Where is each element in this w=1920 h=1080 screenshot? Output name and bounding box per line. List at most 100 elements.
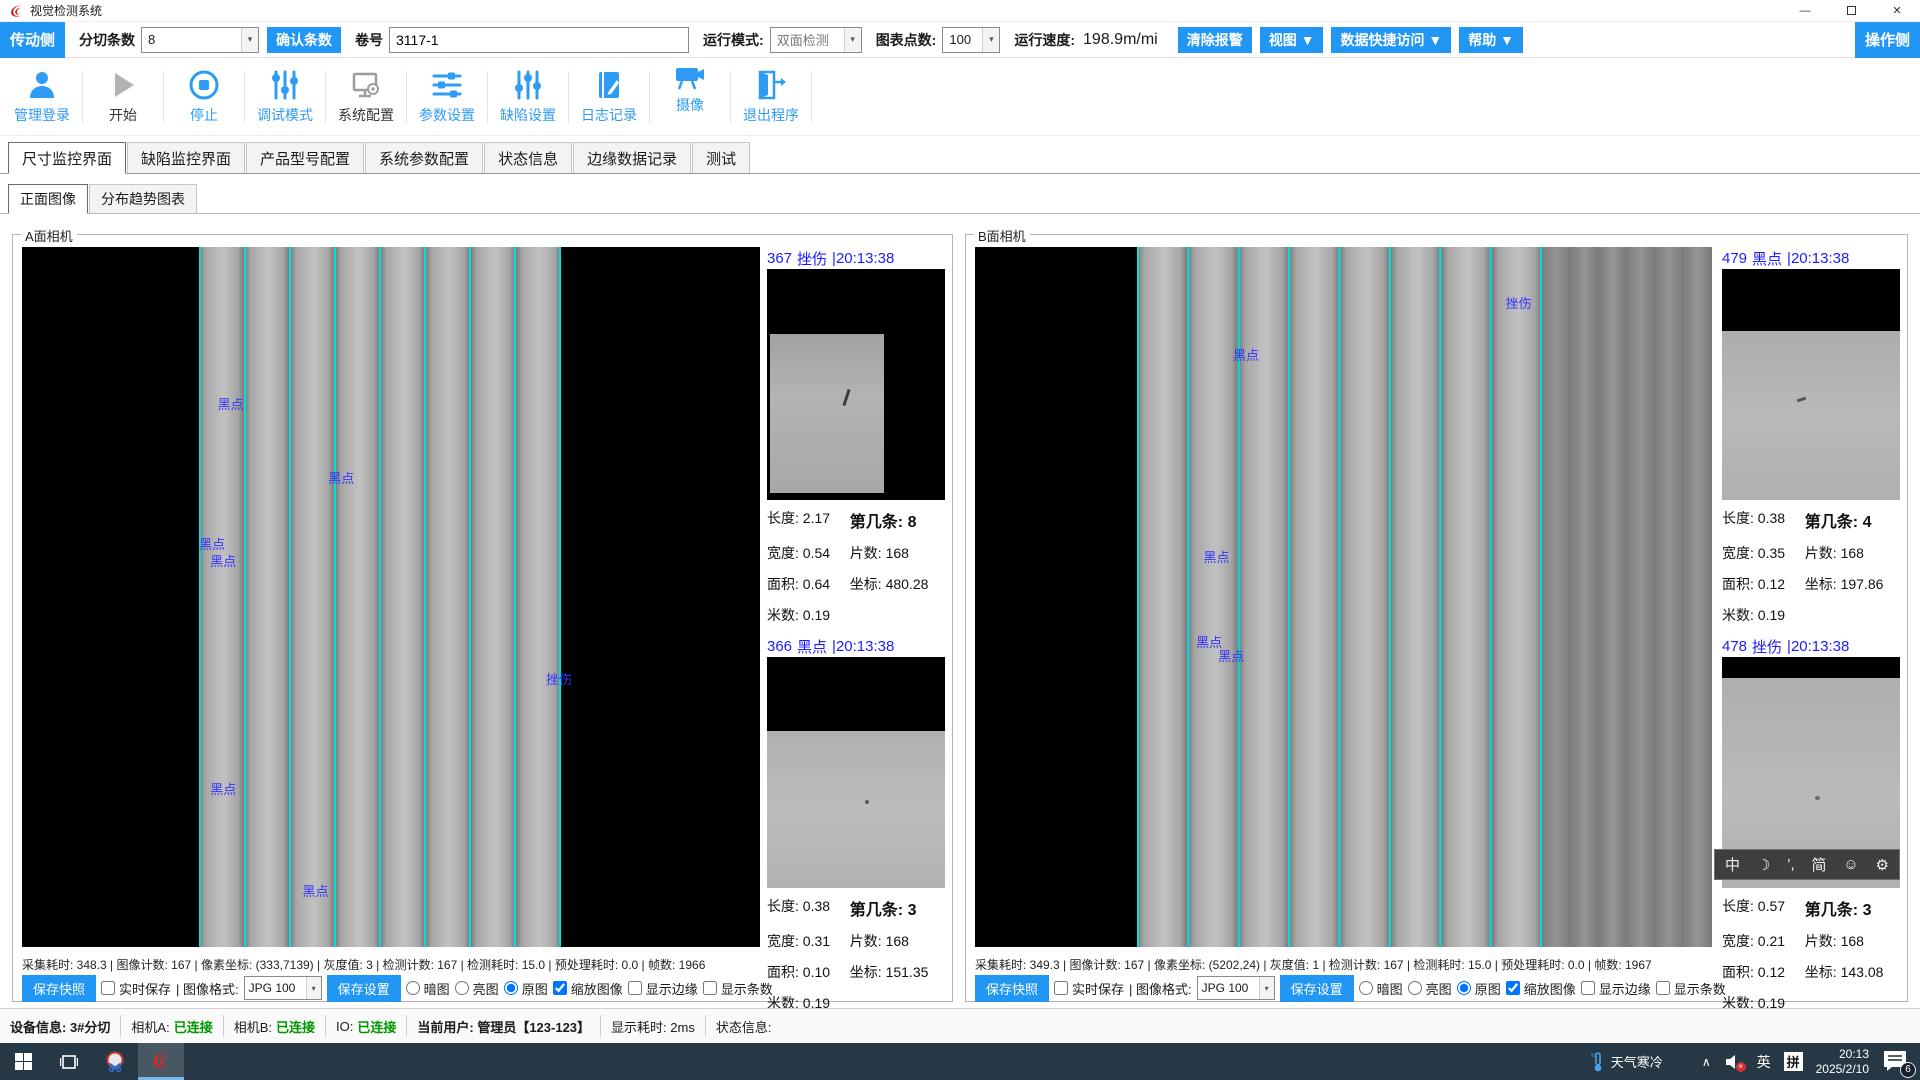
bright-image-radio[interactable] [455,981,469,995]
start-button[interactable]: 开始 [87,68,159,125]
run-mode-label: 运行模式: [703,30,764,50]
view-menu-button[interactable]: 视图 ▼ [1260,27,1324,53]
camera-b-panel: B面相机 挫伤 黑点 黑点 黑点 黑点 479 黑点 |20:13:38 长度:… [965,234,1908,1002]
clock[interactable]: 20:13 2025/2/10 [1816,1047,1869,1077]
show-edge-checkbox[interactable] [628,981,642,995]
slit-count-label: 分切条数 [79,30,135,50]
strip-region [1137,247,1542,947]
coord-value: 151.35 [886,964,929,980]
bright-image-radio[interactable] [1408,981,1422,995]
tab-system-param-config[interactable]: 系统参数配置 [365,142,483,173]
close-button[interactable]: ✕ [1874,0,1920,22]
camera-b-title: B面相机 [974,226,1030,245]
drive-side-button[interactable]: 传动侧 [0,22,65,58]
operator-side-button[interactable]: 操作侧 [1855,22,1920,58]
camera-a-conn-label: 相机A: [131,1017,169,1036]
image-format-dropdown[interactable]: JPG 100 ▾ [1197,976,1275,1000]
slit-count-dropdown[interactable]: 8 ▾ [141,27,259,53]
tab-product-model-config[interactable]: 产品型号配置 [246,142,364,173]
stop-button[interactable]: 停止 [168,68,240,125]
zoom-image-checkbox[interactable] [1506,981,1520,995]
defect-mark: 黑点 [1203,547,1229,566]
defect-type: 黑点 [797,636,827,657]
strip-value: 8 [908,514,917,531]
camera-a-live-image[interactable]: 黑点 黑点 黑点 黑点 挫伤 黑点 黑点 [22,247,760,947]
area-value: 0.12 [1758,964,1785,980]
vision-app-button[interactable] [138,1043,184,1080]
ime-settings-gear-icon[interactable]: ⚙ [1876,856,1889,874]
save-snapshot-button[interactable]: 保存快照 [975,975,1049,1002]
task-view-button[interactable] [46,1043,92,1080]
tab-defect-monitor[interactable]: 缺陷监控界面 [127,142,245,173]
ime-indicator[interactable]: 拼 [1784,1052,1803,1071]
defect-card[interactable]: 479 黑点 |20:13:38 长度: 0.38 第几条: 4 宽度: 0.3… [1722,247,1902,625]
realtime-save-checkbox[interactable] [101,981,115,995]
defect-type: 挫伤 [797,248,827,269]
camera-a-conn-state: 已连接 [174,1017,213,1036]
moon-icon[interactable]: ☽ [1757,856,1770,874]
simplified-mode[interactable]: 简 [1812,854,1827,875]
defect-id: 478 [1722,638,1747,655]
camera-b-live-image[interactable]: 挫伤 黑点 黑点 黑点 黑点 [975,247,1712,947]
defect-mark: 黑点 [302,881,328,900]
run-mode-dropdown[interactable]: 双面检测 ▾ [770,27,862,53]
stop-icon [187,68,221,102]
divider [82,71,83,123]
debug-mode-button[interactable]: 调试模式 [249,68,321,125]
tab-size-monitor[interactable]: 尺寸监控界面 [8,142,126,174]
language-indicator[interactable]: 英 [1757,1052,1771,1072]
emoji-icon[interactable]: ☺ [1843,856,1858,873]
camera-capture-button[interactable]: 摄像 [654,62,726,115]
save-snapshot-button[interactable]: 保存快照 [22,975,96,1002]
quick-access-menu-button[interactable]: 数据快捷访问 ▼ [1331,27,1451,53]
ime-chinese-mode[interactable]: 中 [1725,854,1740,875]
sliders-vertical-icon [511,68,545,102]
show-strips-checkbox[interactable] [1656,981,1670,995]
dark-image-radio[interactable] [406,981,420,995]
punctuation-mode-icon[interactable]: ’, [1787,856,1795,873]
save-settings-button[interactable]: 保存设置 [327,975,401,1002]
divider [649,71,650,123]
defect-card[interactable]: 366 黑点 |20:13:38 长度: 0.38 第几条: 3 宽度: 0.3… [767,635,947,1013]
tray-expand-chevron[interactable]: ∧ [1702,1055,1711,1069]
original-image-radio[interactable] [504,981,518,995]
status-info-label: 状态信息: [706,1015,782,1037]
clear-alarm-button[interactable]: 清除报警 [1178,27,1252,53]
display-time: 显示耗时: 2ms [601,1015,706,1037]
parameter-settings-button[interactable]: 参数设置 [411,68,483,125]
roll-number-input[interactable] [389,27,689,53]
tab-status-info[interactable]: 状态信息 [484,142,572,173]
dark-image-radio[interactable] [1359,981,1373,995]
admin-login-button[interactable]: 管理登录 [6,68,78,125]
save-settings-button[interactable]: 保存设置 [1280,975,1354,1002]
zoom-image-checkbox[interactable] [553,981,567,995]
snipping-app-button[interactable] [92,1043,138,1080]
camera-a-title: A面相机 [21,226,77,245]
realtime-save-checkbox[interactable] [1054,981,1068,995]
system-config-button[interactable]: 系统配置 [330,68,402,125]
defect-settings-button[interactable]: 缺陷设置 [492,68,564,125]
exit-program-button[interactable]: 退出程序 [735,68,807,125]
weather-widget[interactable]: 天气寒冷 [1591,1052,1663,1072]
tab-front-image[interactable]: 正面图像 [8,184,88,214]
image-format-dropdown[interactable]: JPG 100 ▾ [244,976,322,1000]
minimize-button[interactable]: — [1782,0,1828,22]
defect-card[interactable]: 367 挫伤 |20:13:38 长度: 2.17 第几条: 8 宽度: 0.5… [767,247,947,625]
log-record-button[interactable]: 日志记录 [573,68,645,125]
maximize-button[interactable] [1828,0,1874,22]
show-strips-checkbox[interactable] [703,981,717,995]
defect-card[interactable]: 478 挫伤 |20:13:38 长度: 0.57 第几条: 3 宽度: 0.2… [1722,635,1902,1013]
original-image-radio[interactable] [1457,981,1471,995]
help-menu-button[interactable]: 帮助 ▼ [1459,27,1523,53]
start-button[interactable] [0,1043,46,1080]
confirm-count-button[interactable]: 确认条数 [267,27,341,53]
ime-language-bar[interactable]: 中 ☽ ’, 简 ☺ ⚙ [1714,849,1900,880]
notification-center-button[interactable]: 6 [1882,1049,1912,1075]
tab-edge-data-record[interactable]: 边缘数据记录 [573,142,691,173]
defect-time: |20:13:38 [832,638,894,655]
show-edge-checkbox[interactable] [1581,981,1595,995]
tab-test[interactable]: 测试 [692,142,750,173]
chart-points-dropdown[interactable]: 100 ▾ [942,27,1000,53]
tab-distribution-trend-chart[interactable]: 分布趋势图表 [89,184,197,213]
volume-muted-icon[interactable]: × [1724,1054,1744,1070]
